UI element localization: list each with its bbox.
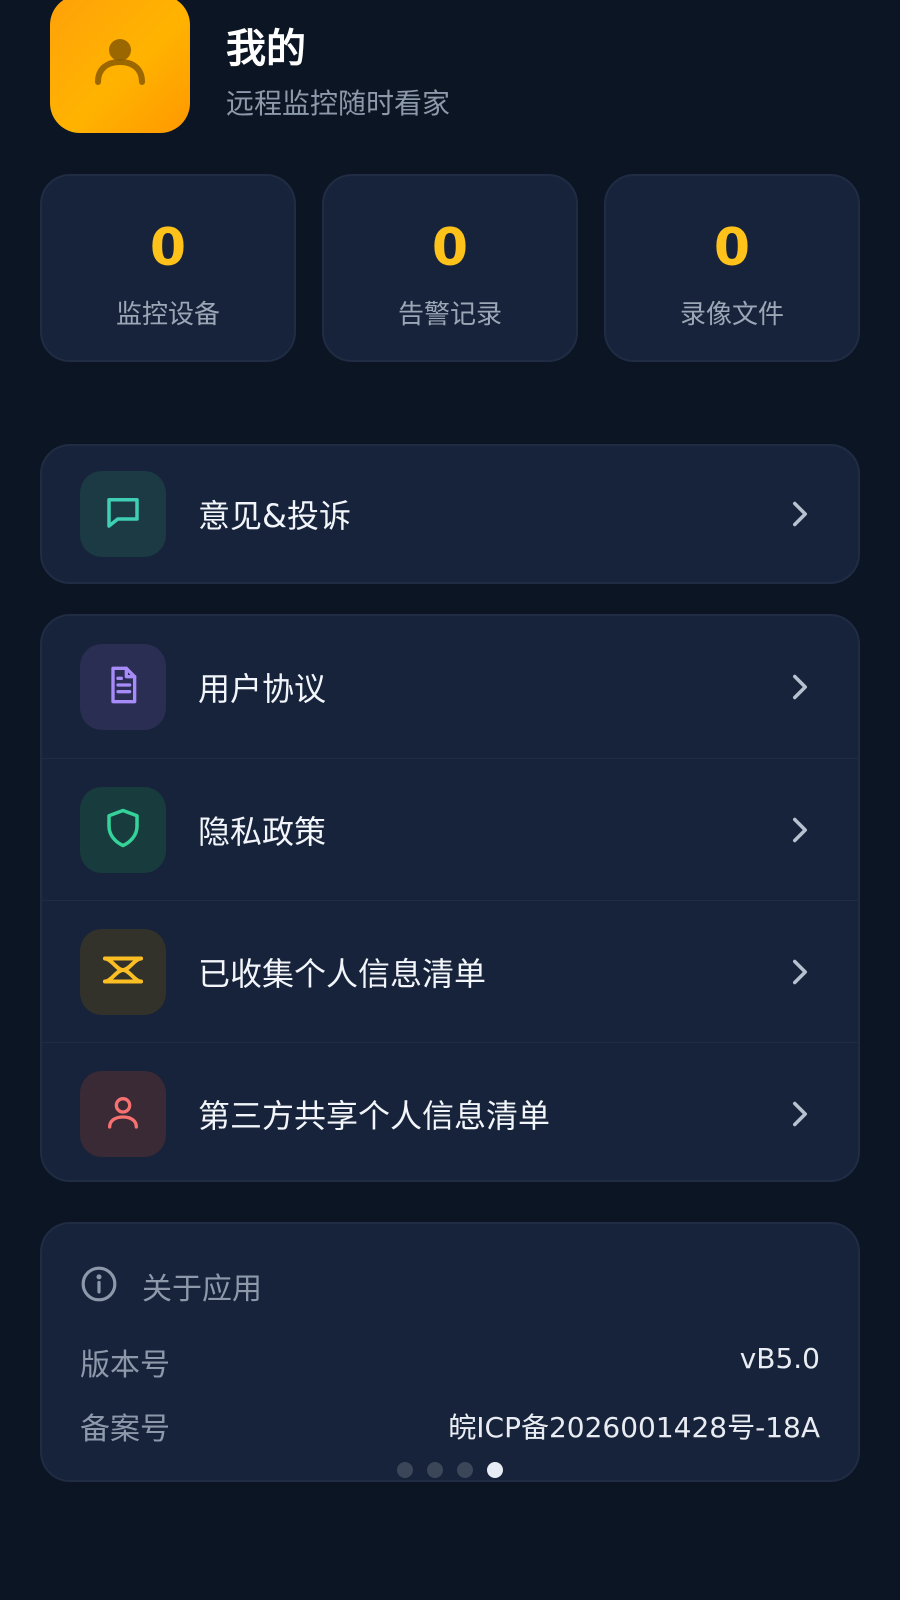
list-icon-box [80, 928, 166, 1015]
document-icon [103, 665, 143, 709]
user-icon [88, 30, 152, 98]
chevron-right-icon [786, 816, 814, 844]
stat-label: 监控设备 [115, 300, 220, 330]
stat-value: 0 [431, 218, 469, 278]
page-dot[interactable] [427, 1462, 443, 1478]
page-dot[interactable] [457, 1462, 473, 1478]
icp-value: 皖ICP备2026001428号-18A [448, 1411, 820, 1444]
user-icon-box [80, 1070, 166, 1157]
version-label: 版本号 [80, 1348, 170, 1383]
chevron-right-icon [786, 500, 814, 528]
chevron-right-icon [786, 958, 814, 986]
stat-value: 0 [149, 218, 187, 278]
about-title: 关于应用 [142, 1272, 262, 1307]
feedback-card: 意见&投诉 [40, 444, 860, 584]
menu-item-label: 用户协议 [198, 670, 327, 708]
about-card: 关于应用 版本号 vB5.0 备案号 皖ICP备2026001428号-18A [40, 1222, 860, 1482]
menu-item-feedback[interactable]: 意见&投诉 [42, 446, 858, 582]
page-dot-active[interactable] [487, 1462, 503, 1478]
list-icon [100, 950, 146, 994]
version-value: vB5.0 [739, 1342, 820, 1375]
stat-label: 录像文件 [679, 300, 784, 330]
stat-value: 0 [713, 218, 751, 278]
menu-item-collected-info[interactable]: 已收集个人信息清单 [42, 900, 858, 1042]
feedback-icon-box [80, 471, 166, 557]
icp-label: 备案号 [80, 1412, 170, 1447]
page-dot[interactable] [397, 1462, 413, 1478]
document-icon-box [80, 644, 166, 730]
menu-item-privacy-policy[interactable]: 隐私政策 [42, 758, 858, 900]
page-title: 我的 [226, 26, 306, 72]
info-icon [80, 1265, 118, 1307]
menu-item-label: 已收集个人信息清单 [198, 954, 487, 993]
shield-icon-box [80, 786, 166, 873]
legal-card: 用户协议 隐私政策 已收集个人信息清单 第三方共享个人信息清单 [40, 614, 860, 1182]
menu-item-label: 隐私政策 [198, 812, 327, 851]
shield-icon [102, 807, 144, 853]
profile-page: 我的 远程监控随时看家 0 监控设备 0 告警记录 0 录像文件 意见&投诉 用… [0, 0, 900, 1600]
message-square-icon [102, 491, 144, 537]
about-header: 关于应用 [80, 1264, 262, 1308]
stat-card-recordings[interactable]: 0 录像文件 [604, 174, 860, 362]
chevron-right-icon [786, 673, 814, 701]
stat-card-alerts[interactable]: 0 告警记录 [322, 174, 578, 362]
user-icon [103, 1092, 143, 1136]
menu-item-third-party-info[interactable]: 第三方共享个人信息清单 [42, 1042, 858, 1180]
menu-item-label: 第三方共享个人信息清单 [198, 1096, 551, 1135]
stat-label: 告警记录 [397, 300, 502, 330]
page-subtitle: 远程监控随时看家 [226, 87, 451, 120]
stat-card-devices[interactable]: 0 监控设备 [40, 174, 296, 362]
page-indicator [42, 1462, 858, 1478]
menu-item-user-agreement[interactable]: 用户协议 [42, 616, 858, 758]
menu-item-label: 意见&投诉 [198, 497, 351, 535]
avatar[interactable] [50, 0, 190, 133]
chevron-right-icon [786, 1100, 814, 1128]
